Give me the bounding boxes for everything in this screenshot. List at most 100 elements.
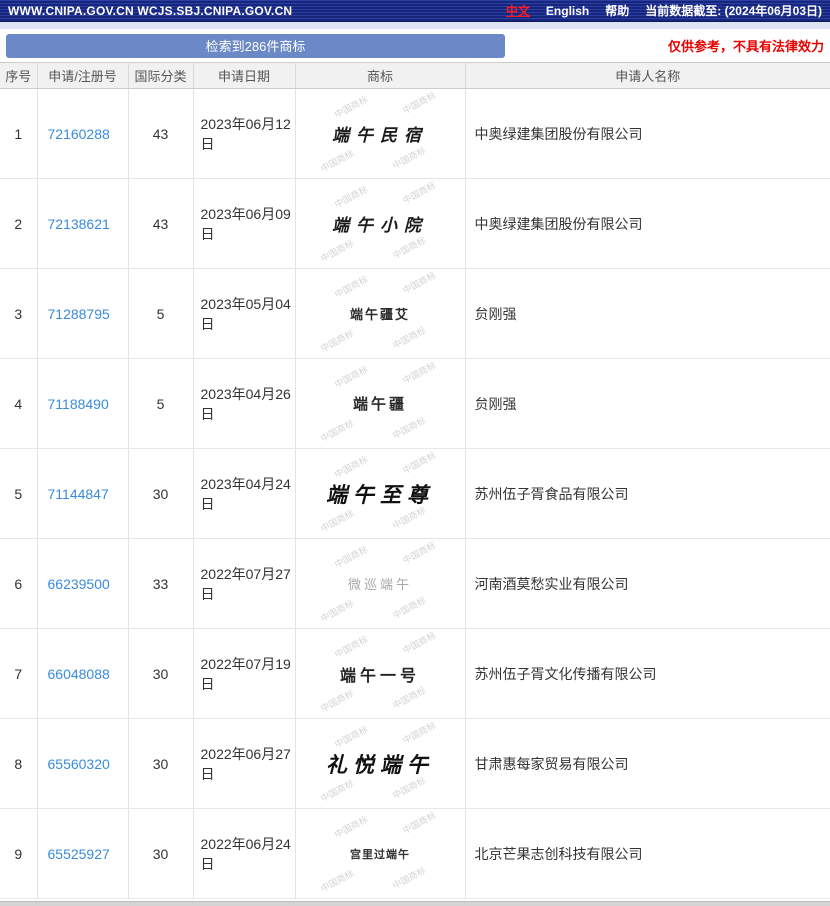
lang-english-link[interactable]: English xyxy=(546,4,589,18)
watermark-text: 中国商标 xyxy=(332,453,370,480)
results-bar: 检索到286件商标 仅供参考，不具有法律效力 xyxy=(0,29,830,62)
serial-cell: 5 xyxy=(0,448,38,539)
watermark-text: 中国商标 xyxy=(401,270,438,296)
search-result-count-button[interactable]: 检索到286件商标 xyxy=(6,33,505,58)
applicant-cell: 贠刚强 xyxy=(465,268,830,359)
class-cell: 43 xyxy=(128,88,194,179)
application-number-link[interactable]: 66048088 xyxy=(48,666,110,682)
watermark-text: 中国商标 xyxy=(319,148,356,175)
top-bar: WWW.CNIPA.GOV.CN WCJS.SBJ.CNIPA.GOV.CN 中… xyxy=(0,0,830,22)
application-number-cell: 66048088 xyxy=(37,628,129,719)
header-divider-strip xyxy=(0,22,830,29)
serial-cell: 8 xyxy=(0,718,38,809)
watermark-text: 中国商标 xyxy=(391,414,428,441)
class-cell: 33 xyxy=(128,538,194,629)
table-row: 8 65560320 30 2022年06月27日 中国商标 中国商标 中国商标 中国商标 礼悦… xyxy=(0,718,830,809)
applicant-cell: 河南酒莫愁实业有限公司 xyxy=(465,538,830,629)
col-header-serial: 序号 xyxy=(0,62,38,89)
watermark-text: 中国商标 xyxy=(332,723,370,750)
watermark-text: 中国商标 xyxy=(332,93,370,120)
application-number-link[interactable]: 65525927 xyxy=(48,846,110,862)
watermark-text: 中国商标 xyxy=(401,720,438,746)
trademark-image-cell: 中国商标 中国商标 中国商标 中国商标 端午至尊 xyxy=(295,448,466,539)
application-number-link[interactable]: 71188490 xyxy=(48,396,109,412)
watermark-text: 中国商标 xyxy=(319,688,356,715)
watermark-text: 中国商标 xyxy=(391,684,428,711)
watermark-text: 中国商标 xyxy=(319,778,356,805)
application-number-cell: 72138621 xyxy=(37,178,129,269)
applicant-cell: 苏州伍子胥食品有限公司 xyxy=(465,448,830,539)
class-cell: 30 xyxy=(128,718,194,809)
col-header-class: 国际分类 xyxy=(128,62,194,89)
applicant-cell: 贠刚强 xyxy=(465,358,830,449)
watermark-text: 中国商标 xyxy=(391,594,428,621)
watermark-text: 中国商标 xyxy=(332,363,370,390)
trademark-text: 端午一号 xyxy=(339,667,420,685)
watermark-text: 中国商标 xyxy=(319,418,356,445)
date-cell: 2023年04月24日 xyxy=(193,448,296,539)
date-cell: 2023年06月09日 xyxy=(193,178,296,269)
table-row: 7 66048088 30 2022年07月19日 中国商标 中国商标 中国商标 中国商标 端午… xyxy=(0,628,830,719)
date-cell: 2022年06月24日 xyxy=(193,808,296,899)
watermark-text: 中国商标 xyxy=(319,238,356,265)
trademark-image-cell: 中国商标 中国商标 中国商标 中国商标 端午一号 xyxy=(295,628,466,719)
application-number-cell: 65560320 xyxy=(37,718,129,809)
trademark-image-cell: 中国商标 中国商标 中国商标 中国商标 端午民宿 xyxy=(295,88,466,179)
application-number-link[interactable]: 72138621 xyxy=(48,216,110,232)
date-cell: 2023年05月04日 xyxy=(193,268,296,359)
watermark-text: 中国商标 xyxy=(332,543,370,570)
watermark-text: 中国商标 xyxy=(391,324,428,351)
class-cell: 30 xyxy=(128,628,194,719)
trademark-text: 端午小院 xyxy=(332,216,428,236)
serial-cell: 2 xyxy=(0,178,38,269)
application-number-link[interactable]: 72160288 xyxy=(48,126,110,142)
table-row: 3 71288795 5 2023年05月04日 中国商标 中国商标 中国商标 中国商标 端午疆… xyxy=(0,268,830,359)
table-row: 4 71188490 5 2023年04月26日 中国商标 中国商标 中国商标 中国商标 端午疆… xyxy=(0,358,830,449)
application-number-cell: 66239500 xyxy=(37,538,129,629)
watermark-text: 中国商标 xyxy=(319,508,356,535)
trademark-text: 端午疆艾 xyxy=(349,307,410,322)
watermark-text: 中国商标 xyxy=(332,813,370,840)
col-header-applicant: 申请人名称 xyxy=(465,62,830,89)
trademark-text: 端午疆 xyxy=(352,396,407,413)
watermark-text: 中国商标 xyxy=(401,90,438,116)
col-header-application-number: 申请/注册号 xyxy=(37,62,129,89)
application-number-cell: 65525927 xyxy=(37,808,129,899)
application-number-cell: 72160288 xyxy=(37,88,129,179)
trademark-text: 微巡端午 xyxy=(347,577,412,592)
horizontal-scrollbar[interactable] xyxy=(0,901,830,906)
trademark-results-table: 序号 申请/注册号 国际分类 申请日期 商标 申请人名称 1 72160288 43… xyxy=(0,62,830,899)
table-header-row: 序号 申请/注册号 国际分类 申请日期 商标 申请人名称 xyxy=(0,62,830,89)
application-number-link[interactable]: 66239500 xyxy=(48,576,110,592)
application-number-link[interactable]: 71288795 xyxy=(48,306,110,322)
date-cell: 2022年06月27日 xyxy=(193,718,296,809)
table-row: 9 65525927 30 2022年06月24日 中国商标 中国商标 中国商标 中国商标 宫里… xyxy=(0,808,830,899)
serial-cell: 9 xyxy=(0,808,38,899)
table-row: 6 66239500 33 2022年07月27日 中国商标 中国商标 中国商标 中国商标 微巡… xyxy=(0,538,830,629)
trademark-text: 端午民宿 xyxy=(332,126,428,146)
watermark-text: 中国商标 xyxy=(401,810,438,836)
applicant-cell: 中奥绿建集团股份有限公司 xyxy=(465,88,830,179)
application-number-cell: 71188490 xyxy=(37,358,129,449)
applicant-cell: 甘肃惠每家贸易有限公司 xyxy=(465,718,830,809)
watermark-text: 中国商标 xyxy=(401,540,438,566)
watermark-text: 中国商标 xyxy=(391,504,428,531)
class-cell: 30 xyxy=(128,808,194,899)
date-cell: 2023年06月12日 xyxy=(193,88,296,179)
serial-cell: 3 xyxy=(0,268,38,359)
watermark-text: 中国商标 xyxy=(401,180,438,206)
trademark-image-cell: 中国商标 中国商标 中国商标 中国商标 宫里过端午 xyxy=(295,808,466,899)
site-url-text: WWW.CNIPA.GOV.CN WCJS.SBJ.CNIPA.GOV.CN xyxy=(8,3,293,18)
watermark-text: 中国商标 xyxy=(391,234,428,261)
trademark-text: 宫里过端午 xyxy=(350,849,410,861)
lang-chinese-link[interactable]: 中文 xyxy=(506,2,530,19)
disclaimer-text: 仅供参考，不具有法律效力 xyxy=(667,39,824,54)
application-number-link[interactable]: 65560320 xyxy=(48,756,110,772)
application-number-link[interactable]: 71144847 xyxy=(48,486,109,502)
help-link[interactable]: 帮助 xyxy=(605,2,629,19)
applicant-cell: 北京芒果志创科技有限公司 xyxy=(465,808,830,899)
application-number-cell: 71288795 xyxy=(37,268,129,359)
col-header-date: 申请日期 xyxy=(193,62,296,89)
class-cell: 5 xyxy=(128,268,194,359)
trademark-text: 端午至尊 xyxy=(326,481,434,507)
